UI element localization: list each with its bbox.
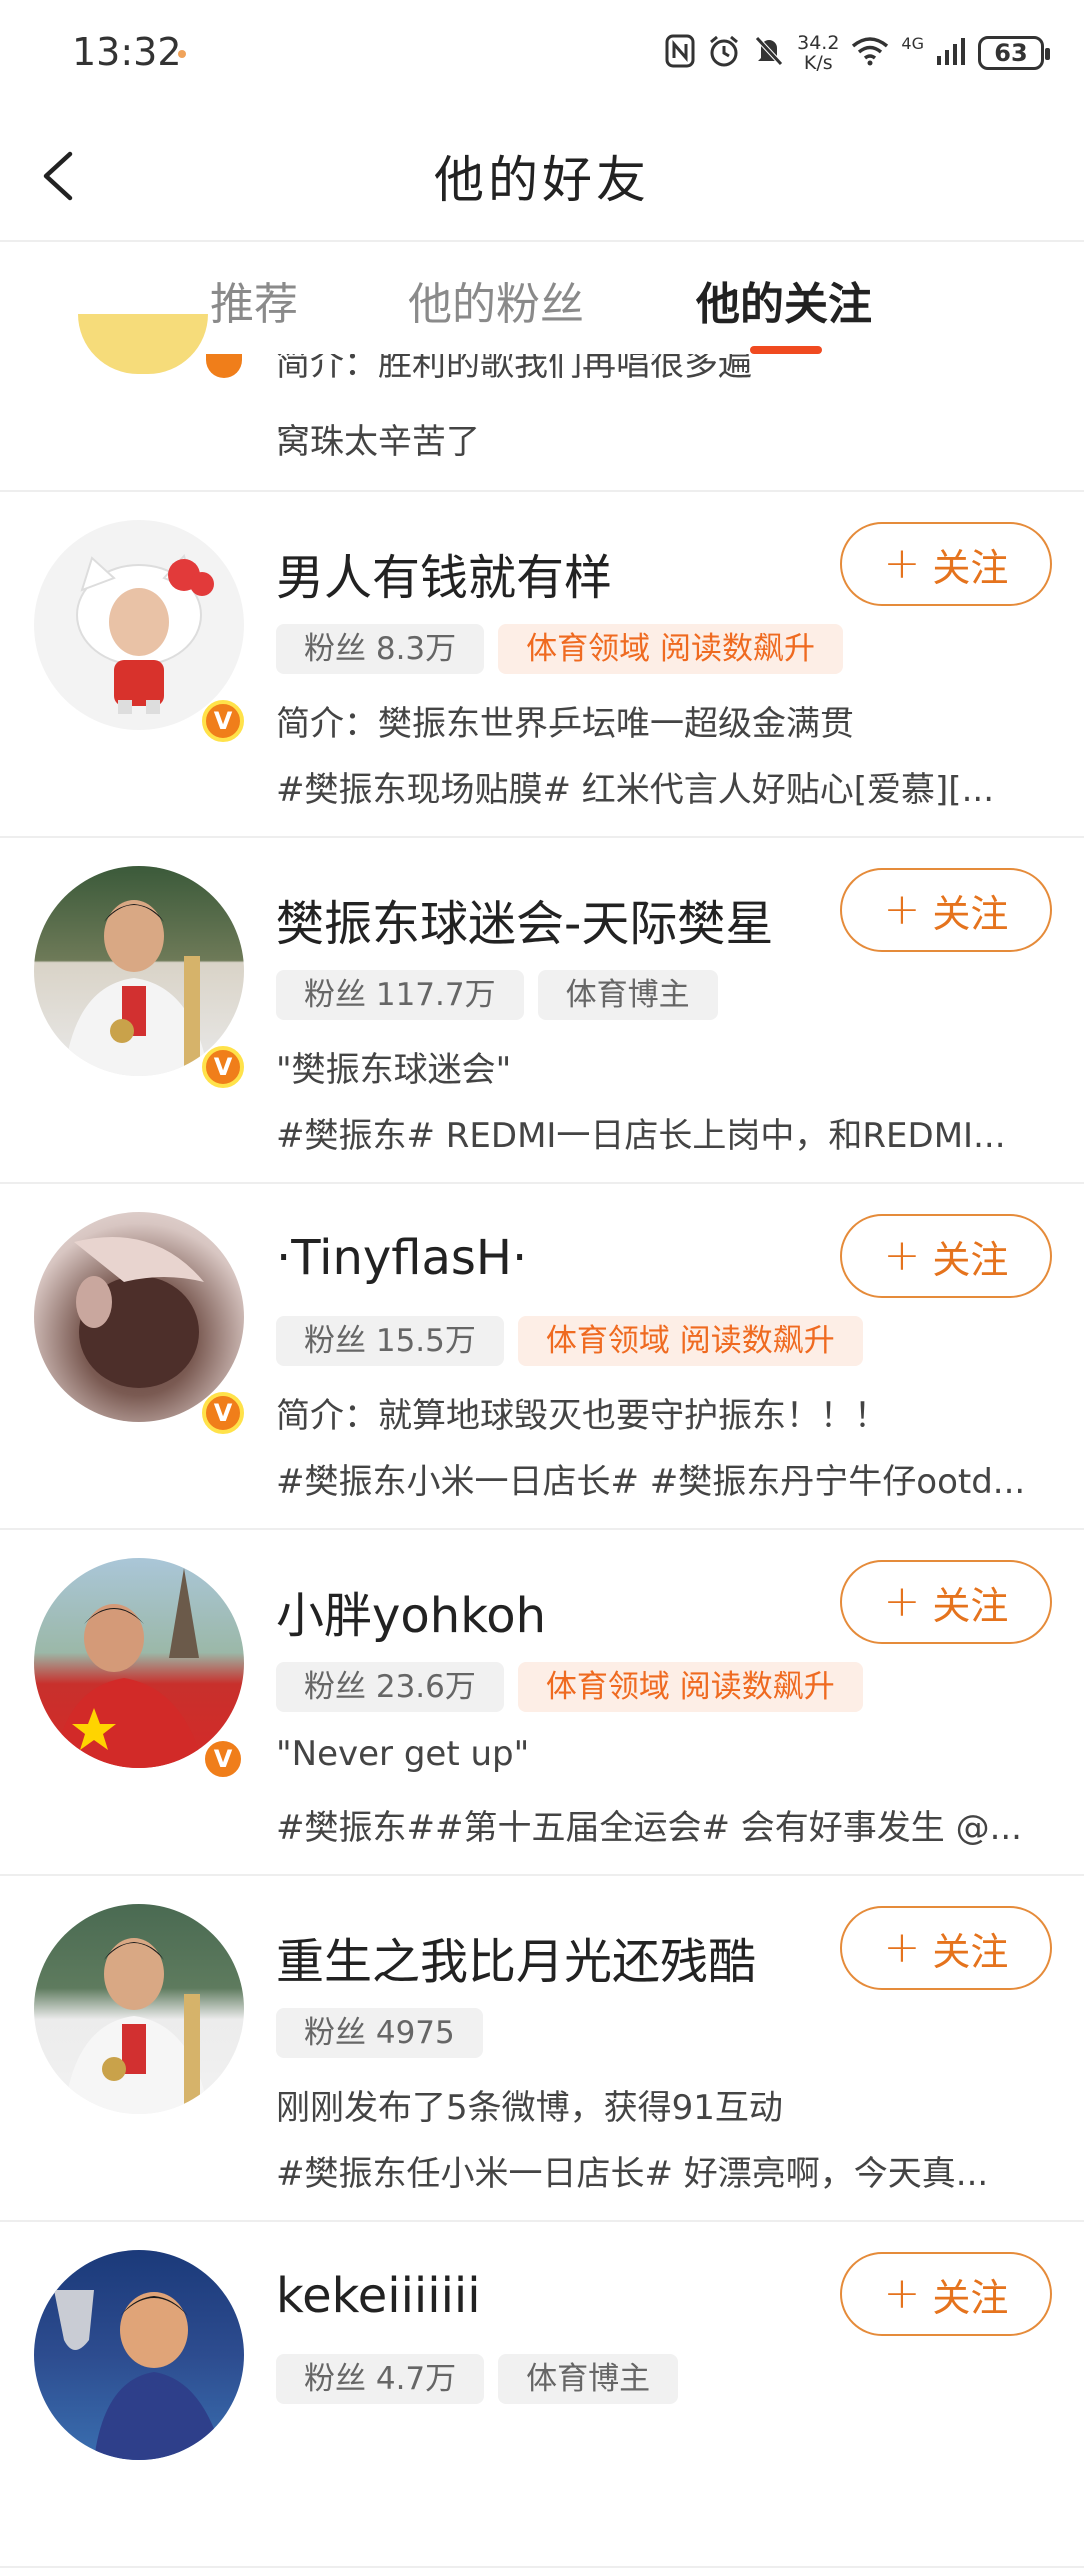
battery-icon: 63: [978, 36, 1050, 70]
follow-button[interactable]: + 关注: [840, 868, 1052, 952]
user-name[interactable]: 小胖yohkoh: [276, 1576, 546, 1646]
list-item[interactable]: 简介：胜利的歌我们再唱很多遍 窝珠太辛苦了: [0, 314, 1084, 492]
user-bio: 简介：就算地球毁灭也要守护振东！！！: [276, 1396, 888, 1436]
follow-button[interactable]: + 关注: [840, 1906, 1052, 1990]
user-name[interactable]: 樊振东球迷会-天际樊星: [276, 884, 773, 954]
trophy-photo-avatar-icon: [54, 2290, 224, 2460]
tab-recommend[interactable]: 推荐: [210, 268, 298, 332]
user-latest-topic: #樊振东现场贴膜# 红米代言人好贴心[爱慕][...: [276, 770, 994, 810]
user-tags: 粉丝 15.5万 体育领域 阅读数飙升: [276, 1316, 863, 1366]
user-name[interactable]: ·TinyflasH·: [276, 1230, 527, 1286]
user-name[interactable]: 重生之我比月光还残酷: [276, 1922, 756, 1992]
user-tags: 粉丝 4975: [276, 2008, 483, 2058]
plus-icon: +: [883, 1230, 921, 1281]
user-tags: 粉丝 23.6万 体育领域 阅读数飙升: [276, 1662, 863, 1712]
verified-badge-icon: V: [202, 1046, 244, 1088]
notification-dot-icon: [178, 50, 186, 58]
avatar[interactable]: [34, 2250, 244, 2460]
fans-count-badge: 粉丝 15.5万: [276, 1316, 504, 1366]
follow-button[interactable]: + 关注: [840, 2252, 1052, 2336]
tab-his-fans[interactable]: 他的粉丝: [408, 268, 584, 332]
plus-icon: +: [883, 538, 921, 589]
list-item[interactable]: kekeiiiiiii + 关注 粉丝 4.7万 体育博主: [0, 2222, 1084, 2568]
network-speed: 34.2 K/s: [797, 32, 840, 74]
trending-tag: 体育领域 阅读数飙升: [517, 1316, 863, 1366]
fans-count-badge: 粉丝 117.7万: [276, 970, 524, 1020]
user-topic: 窝珠太辛苦了: [276, 422, 480, 462]
avatar[interactable]: [34, 1904, 244, 2114]
hello-kitty-avatar-icon: [76, 554, 214, 714]
avatar[interactable]: [34, 866, 244, 1076]
list-item[interactable]: V 小胖yohkoh + 关注 粉丝 23.6万 体育领域 阅读数飙升 "Neve…: [0, 1530, 1084, 1876]
user-latest-topic: #樊振东小米一日店长# #樊振东丹宁牛仔ootd...: [276, 1462, 1026, 1502]
user-latest-topic: #樊振东# REDMI一日店长上岗中，和REDMI...: [276, 1116, 1006, 1156]
plus-icon: +: [883, 2268, 921, 2319]
blurred-photo-avatar-icon: [74, 1237, 204, 1388]
status-icons: 34.2 K/s 4G 63: [665, 28, 1050, 78]
category-tag: 体育博主: [537, 970, 718, 1020]
user-bio: "樊振东球迷会": [276, 1050, 512, 1090]
plus-icon: +: [883, 1576, 921, 1627]
user-name[interactable]: kekeiiiiiii: [276, 2268, 481, 2324]
verified-badge-icon: [206, 354, 242, 378]
user-bio: "Never get up": [276, 1734, 530, 1774]
fans-count-badge: 粉丝 23.6万: [276, 1662, 504, 1712]
verified-badge-icon: V: [202, 1392, 244, 1434]
user-bio: 简介：胜利的歌我们再唱很多遍: [276, 354, 752, 384]
user-tags: 粉丝 117.7万 体育博主: [276, 970, 718, 1020]
user-name[interactable]: 男人有钱就有样: [276, 538, 612, 608]
list-item[interactable]: V 男人有钱就有样 + 关注 粉丝 8.3万 体育领域 阅读数飙升 简介：樊振东世…: [0, 492, 1084, 838]
follow-button[interactable]: + 关注: [840, 1560, 1052, 1644]
player-photo-avatar-icon: [64, 1938, 209, 2114]
verified-badge-icon: V: [202, 700, 244, 742]
follow-button[interactable]: + 关注: [840, 1214, 1052, 1298]
avatar[interactable]: [78, 314, 208, 374]
user-tags: 粉丝 4.7万 体育博主: [276, 2354, 679, 2404]
player-photo-avatar-icon: [64, 900, 209, 1076]
fans-count-badge: 粉丝 4975: [276, 2008, 483, 2058]
avatar[interactable]: [34, 1212, 244, 1422]
verified-badge-icon: V: [202, 1738, 244, 1780]
page-title: 他的好友: [434, 151, 650, 209]
follow-button[interactable]: + 关注: [840, 522, 1052, 606]
player-flag-avatar-icon: [54, 1568, 204, 1768]
signal-icon: [936, 36, 966, 71]
list-item[interactable]: V ·TinyflasH· + 关注 粉丝 15.5万 体育领域 阅读数飙升 简介…: [0, 1184, 1084, 1530]
status-time: 13:32: [72, 30, 182, 74]
trending-tag: 体育领域 阅读数飙升: [517, 1662, 863, 1712]
user-latest-topic: #樊振东##第十五届全运会# 会有好事发生 @...: [276, 1808, 1022, 1848]
fans-count-badge: 粉丝 4.7万: [276, 2354, 485, 2404]
wifi-icon: [851, 36, 889, 71]
plus-icon: +: [883, 884, 921, 935]
user-tags: 粉丝 8.3万 体育领域 阅读数飙升: [276, 624, 844, 674]
category-tag: 体育博主: [498, 2354, 679, 2404]
user-latest-topic: #樊振东任小米一日店长# 好漂亮啊，今天真...: [276, 2154, 989, 2194]
plus-icon: +: [883, 1922, 921, 1973]
trending-tag: 体育领域 阅读数飙升: [498, 624, 844, 674]
nfc-icon: [665, 34, 695, 73]
mute-icon: [753, 34, 785, 73]
status-bar: 13:32 34.2 K/s 4G 63: [0, 0, 1084, 110]
network-type: 4G: [901, 33, 924, 53]
user-bio: 刚刚发布了5条微博，获得91互动: [276, 2088, 783, 2128]
list-item[interactable]: V 樊振东球迷会-天际樊星 + 关注 粉丝 117.7万 体育博主 "樊振东球迷会…: [0, 838, 1084, 1184]
following-list: 简介：胜利的歌我们再唱很多遍 窝珠太辛苦了 V 男人有钱就有样 + 关注 粉丝 8…: [0, 314, 1084, 2568]
avatar[interactable]: [34, 1558, 244, 1768]
avatar[interactable]: [34, 520, 244, 730]
fans-count-badge: 粉丝 8.3万: [276, 624, 485, 674]
active-tab-indicator: [750, 346, 822, 354]
user-bio: 简介：樊振东世界乒坛唯一超级金满贯: [276, 704, 854, 744]
alarm-icon: [707, 34, 741, 73]
list-item[interactable]: 重生之我比月光还残酷 + 关注 粉丝 4975 刚刚发布了5条微博，获得91互动 …: [0, 1876, 1084, 2222]
tab-his-following[interactable]: 他的关注: [696, 268, 872, 332]
nav-header: 他的好友: [0, 110, 1084, 242]
